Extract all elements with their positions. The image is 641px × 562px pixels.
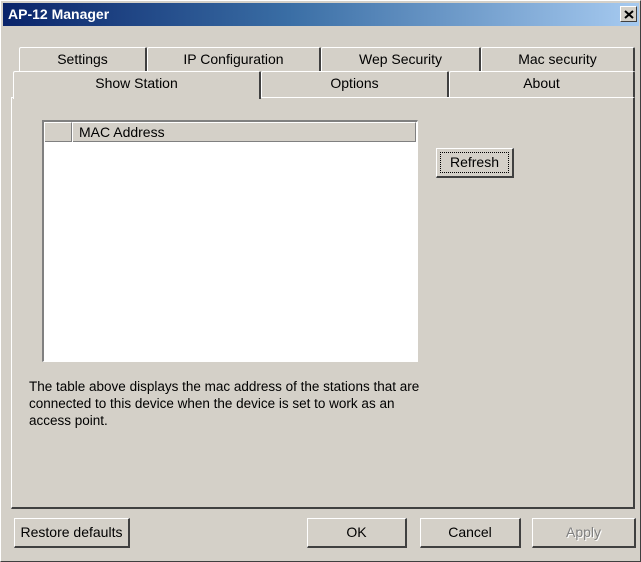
cancel-button[interactable]: Cancel bbox=[420, 518, 521, 548]
tab-wep-security[interactable]: Wep Security bbox=[321, 47, 481, 71]
window-title: AP-12 Manager bbox=[8, 6, 110, 22]
tab-about-label: About bbox=[523, 75, 560, 91]
tab-ip-configuration-label: IP Configuration bbox=[183, 51, 284, 67]
tab-options[interactable]: Options bbox=[261, 71, 449, 97]
list-header-mac-address[interactable]: MAC Address bbox=[72, 122, 416, 142]
list-header-blank-column[interactable] bbox=[44, 122, 72, 142]
station-list[interactable]: MAC Address bbox=[42, 120, 418, 362]
ap12-manager-window: AP-12 Manager Settings IP Configuration … bbox=[0, 0, 641, 562]
refresh-button[interactable]: Refresh bbox=[436, 148, 514, 178]
apply-button: Apply bbox=[532, 518, 636, 548]
station-table-description: The table above displays the mac address… bbox=[29, 379, 420, 428]
title-bar[interactable]: AP-12 Manager bbox=[3, 3, 639, 26]
tab-settings-label: Settings bbox=[57, 51, 108, 67]
tab-wep-security-label: Wep Security bbox=[359, 51, 442, 67]
close-button[interactable] bbox=[620, 6, 637, 22]
tab-show-station-label: Show Station bbox=[95, 75, 178, 91]
ok-button[interactable]: OK bbox=[307, 518, 407, 548]
close-icon bbox=[624, 10, 634, 19]
tab-mac-security-label: Mac security bbox=[518, 51, 597, 67]
cancel-button-label: Cancel bbox=[448, 524, 492, 540]
show-station-panel: MAC Address Refresh The table above disp… bbox=[11, 97, 635, 509]
tab-about[interactable]: About bbox=[449, 71, 635, 97]
list-header: MAC Address bbox=[44, 122, 416, 142]
apply-button-label: Apply bbox=[565, 524, 602, 540]
tab-settings[interactable]: Settings bbox=[19, 47, 147, 71]
restore-defaults-label: Restore defaults bbox=[20, 524, 123, 540]
focus-ring bbox=[440, 152, 509, 173]
mac-address-column-label: MAC Address bbox=[79, 124, 165, 140]
tab-ip-configuration[interactable]: IP Configuration bbox=[147, 47, 321, 71]
restore-defaults-button[interactable]: Restore defaults bbox=[14, 518, 130, 548]
tab-options-label: Options bbox=[330, 75, 379, 91]
tab-mac-security[interactable]: Mac security bbox=[481, 47, 635, 71]
tab-show-station[interactable]: Show Station bbox=[13, 71, 261, 99]
list-body[interactable] bbox=[44, 143, 416, 360]
ok-button-label: OK bbox=[346, 524, 367, 540]
